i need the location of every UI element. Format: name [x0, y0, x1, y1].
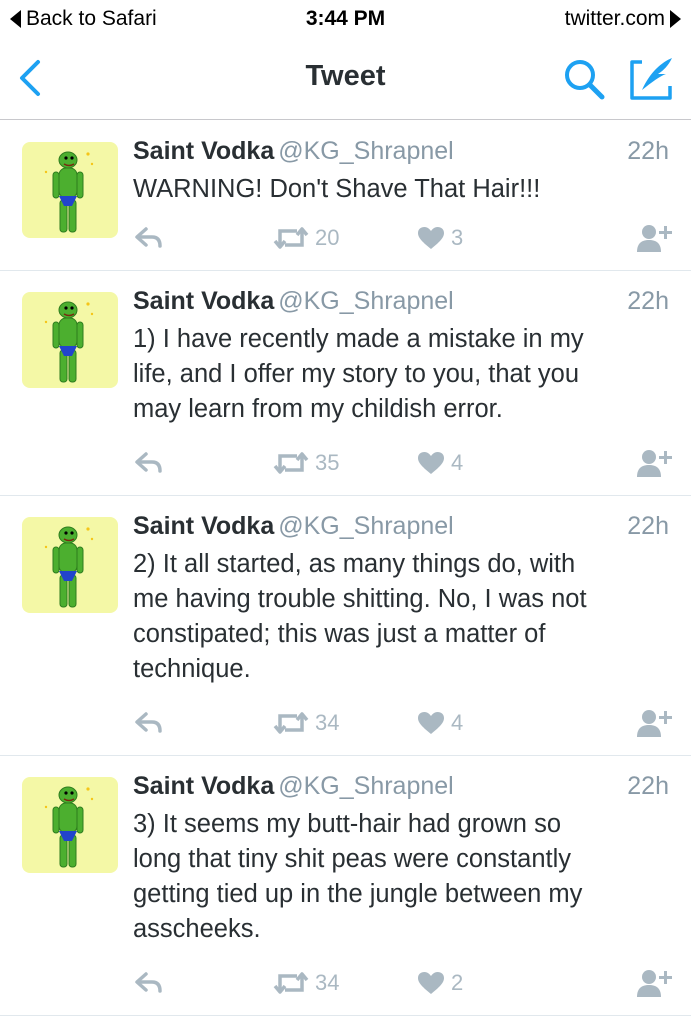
reply-icon — [134, 711, 164, 735]
reply-button[interactable] — [134, 446, 164, 480]
tweet-header: Saint Vodka @KG_Shrapnel 22h — [133, 137, 669, 171]
tweet-text: 3) It seems my butt-hair had grown so lon… — [133, 807, 673, 947]
compose-button[interactable] — [628, 56, 676, 102]
add-user-icon — [636, 709, 672, 737]
tweet-text-line: long that tiny shit peas were constantly — [133, 845, 571, 873]
heart-icon — [417, 226, 445, 250]
avatar[interactable] — [22, 292, 118, 388]
retweet-icon — [273, 711, 309, 735]
forward-triangle-icon — [670, 10, 681, 28]
tweet-time: 22h — [627, 512, 669, 540]
tweet-header: Saint Vodka @KG_Shrapnel 22h — [133, 772, 669, 806]
heart-icon — [417, 451, 445, 475]
tweet-text-line: technique. — [133, 655, 251, 683]
user-handle[interactable]: @KG_Shrapnel — [278, 512, 453, 540]
reply-button[interactable] — [134, 706, 164, 740]
tweet-text-line: getting tied up in the jungle between my — [133, 880, 583, 908]
reply-button[interactable] — [134, 221, 164, 255]
tweet-text-line: 3) It seems my butt-hair had grown so — [133, 810, 562, 838]
retweet-button[interactable]: 20 — [273, 221, 339, 255]
user-name[interactable]: Saint Vodka — [133, 512, 274, 540]
like-button[interactable]: 2 — [417, 966, 463, 1000]
add-user-icon — [636, 224, 672, 252]
avatar[interactable] — [22, 517, 118, 613]
heart-icon — [417, 971, 445, 995]
reply-icon — [134, 971, 164, 995]
like-count: 4 — [451, 450, 464, 475]
tweet-header: Saint Vodka @KG_Shrapnel 22h — [133, 512, 669, 546]
retweet-count: 35 — [315, 450, 340, 475]
domain-label: twitter.com — [564, 7, 665, 30]
tweet-actions: 20 3 — [0, 221, 691, 255]
tweet[interactable]: Saint Vodka @KG_Shrapnel 22h 3) It seems my… — [0, 756, 691, 1016]
user-handle[interactable]: @KG_Shrapnel — [278, 772, 453, 800]
tweet-actions: 35 4 — [0, 446, 691, 480]
tweet-header: Saint Vodka @KG_Shrapnel 22h — [133, 287, 669, 321]
follow-button[interactable] — [636, 221, 672, 255]
retweet-button[interactable]: 34 — [273, 966, 339, 1000]
add-user-icon — [636, 449, 672, 477]
user-handle[interactable]: @KG_Shrapnel — [278, 287, 453, 315]
retweet-icon — [273, 451, 309, 475]
like-button[interactable]: 3 — [417, 221, 463, 255]
follow-button[interactable] — [636, 706, 672, 740]
follow-button[interactable] — [636, 446, 672, 480]
tweet-text-line: may learn from my childish error. — [133, 395, 503, 423]
tweet-text: WARNING! Don't Shave That Hair!!! — [133, 172, 673, 207]
nav-bar: Tweet — [0, 38, 691, 120]
tweet-text-line: 1) I have recently made a mistake in my — [133, 325, 584, 353]
reply-icon — [134, 451, 164, 475]
heart-icon — [417, 711, 445, 735]
search-icon — [565, 60, 605, 100]
like-count: 4 — [451, 710, 464, 735]
tweet-text-line: asscheeks. — [133, 915, 261, 943]
search-button[interactable] — [561, 56, 607, 102]
tweet-time: 22h — [627, 137, 669, 165]
like-button[interactable]: 4 — [417, 706, 463, 740]
tweet-time: 22h — [627, 772, 669, 800]
tweet-time: 22h — [627, 287, 669, 315]
tweet-actions: 34 4 — [0, 706, 691, 740]
retweet-count: 20 — [315, 225, 340, 250]
follow-button[interactable] — [636, 966, 672, 1000]
tweet-text-line: constipated; this was just a matter of — [133, 620, 546, 648]
avatar[interactable] — [22, 777, 118, 873]
tweet-text-line: 2) It all started, as many things do, wi… — [133, 550, 576, 578]
tweet[interactable]: Saint Vodka @KG_Shrapnel 22h 2) It all star… — [0, 496, 691, 756]
tweet-text-line: life, and I offer my story to you, that … — [133, 360, 580, 388]
tweet-text-line: WARNING! Don't Shave That Hair!!! — [133, 175, 541, 203]
add-user-icon — [636, 969, 672, 997]
tweet[interactable]: Saint Vodka @KG_Shrapnel 22h WARNING! Don't… — [0, 121, 691, 271]
retweet-icon — [273, 226, 309, 250]
compose-icon — [630, 58, 672, 100]
tweet[interactable]: Saint Vodka @KG_Shrapnel 22h 1) I have rece… — [0, 271, 691, 496]
retweet-count: 34 — [315, 710, 340, 735]
retweet-button[interactable]: 34 — [273, 706, 339, 740]
user-name[interactable]: Saint Vodka — [133, 772, 274, 800]
retweet-count: 34 — [315, 970, 340, 995]
tweet-text-line: me having trouble shitting. No, I was no… — [133, 585, 587, 613]
user-name[interactable]: Saint Vodka — [133, 287, 274, 315]
like-count: 3 — [451, 225, 464, 250]
retweet-button[interactable]: 35 — [273, 446, 339, 480]
tweet-text: 1) I have recently made a mistake in my l… — [133, 322, 673, 427]
like-count: 2 — [451, 970, 464, 995]
reply-button[interactable] — [134, 966, 164, 1000]
user-handle[interactable]: @KG_Shrapnel — [278, 137, 453, 165]
user-name[interactable]: Saint Vodka — [133, 137, 274, 165]
like-button[interactable]: 4 — [417, 446, 463, 480]
tweet-actions: 34 2 — [0, 966, 691, 1000]
status-bar: Back to Safari 3:44 PM twitter.com — [0, 0, 691, 38]
tweet-text: 2) It all started, as many things do, wi… — [133, 547, 673, 687]
reply-icon — [134, 226, 164, 250]
retweet-icon — [273, 971, 309, 995]
domain-link[interactable]: twitter.com — [565, 7, 681, 31]
